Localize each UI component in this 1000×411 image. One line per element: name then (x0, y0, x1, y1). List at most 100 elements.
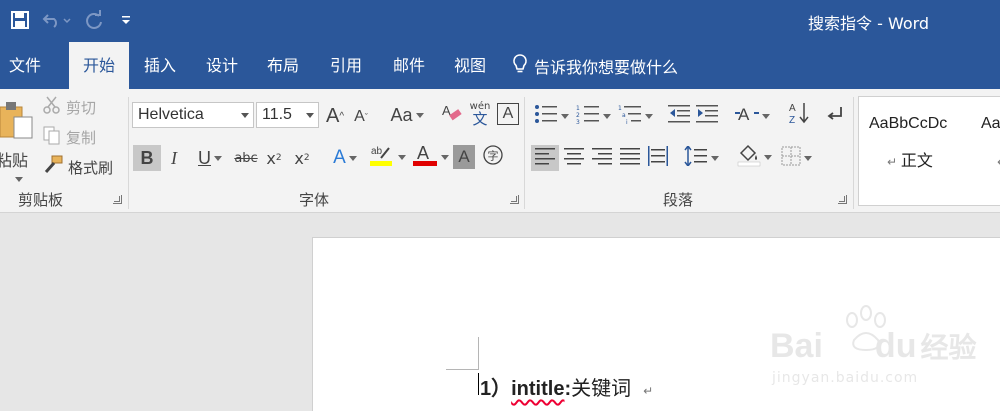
watermark-suffix: 经验 (920, 332, 977, 363)
justify-button[interactable] (617, 145, 643, 171)
show-formatting-marks-button[interactable] (822, 103, 848, 129)
font-size-select[interactable]: 11.5 (256, 102, 319, 128)
group-separator (853, 97, 854, 209)
grow-font-button[interactable]: A ^ (324, 103, 346, 129)
paragraph-group-label: 段落 (663, 191, 694, 209)
copy-button[interactable]: 复制 (42, 125, 96, 149)
sort-button[interactable]: AZ (786, 101, 812, 129)
highlighter-icon: ab (369, 142, 395, 172)
chevron-down-icon (415, 112, 424, 118)
asian-layout-icon: A (734, 104, 759, 128)
customize-qat-icon[interactable] (114, 9, 138, 31)
strikethrough-button[interactable]: abc (232, 145, 260, 171)
decrease-indent-button[interactable] (666, 103, 692, 129)
borders-icon (781, 146, 801, 170)
align-center-button[interactable] (561, 145, 587, 171)
enclose-characters-button[interactable]: 字 (481, 145, 505, 169)
character-border-button[interactable]: A (497, 103, 519, 125)
line-number: 1） (480, 378, 512, 400)
chevron-down-icon (348, 155, 357, 161)
phonetic-guide-button[interactable]: wén 文 (469, 99, 491, 129)
bullets-icon (534, 104, 558, 128)
baidu-jingyan-watermark: Bai du 经验 jingyan.baidu.com (770, 300, 995, 390)
distributed-icon (647, 146, 669, 170)
tab-design[interactable]: 设计 (193, 42, 251, 89)
character-shading-button[interactable]: A (453, 145, 475, 169)
align-right-button[interactable] (589, 145, 615, 171)
copy-icon (42, 125, 62, 149)
svg-text:Z: Z (789, 115, 795, 125)
style-normal[interactable]: AaBbCcDc ↵ 正文 (859, 97, 971, 205)
svg-text:2: 2 (576, 112, 580, 119)
ribbon-home: 粘贴 剪切 复制 格式刷 剪贴板 Helvetica 11.5 A ^ Aˇ Aa… (0, 89, 1000, 213)
italic-button[interactable]: I (163, 145, 185, 171)
tell-me-text: 告诉我你想要做什么 (534, 57, 679, 77)
svg-text:ab: ab (371, 146, 383, 157)
tell-me-box[interactable]: 告诉我你想要做什么 (512, 42, 678, 89)
clipboard-dialog-launcher-icon[interactable] (113, 195, 122, 204)
document-text-line[interactable]: 1） intitle : 关键词 ↵ (478, 372, 653, 401)
eraser-icon: A (441, 102, 463, 128)
font-color-button[interactable]: A (410, 143, 450, 171)
bold-button[interactable]: B (133, 145, 161, 171)
paragraph-mark-icon (825, 104, 845, 128)
text-effects-button[interactable]: A (328, 145, 362, 171)
chevron-down-icon (306, 113, 314, 118)
svg-text:i: i (626, 119, 628, 124)
format-painter-button[interactable]: 格式刷 (42, 155, 113, 179)
paste-dropdown-icon[interactable] (14, 176, 23, 182)
font-dialog-launcher-icon[interactable] (510, 195, 519, 204)
paragraph-mark-icon: ↵ (643, 384, 654, 398)
chevron-down-icon (397, 154, 406, 160)
cut-button[interactable]: 剪切 (42, 95, 96, 119)
distributed-button[interactable] (645, 145, 671, 171)
phonetic-char: 文 (472, 109, 488, 128)
tab-view[interactable]: 视图 (441, 42, 499, 89)
save-icon[interactable] (8, 9, 32, 31)
numbering-button[interactable]: 123 (574, 103, 612, 129)
copy-label: 复制 (66, 128, 97, 147)
multilevel-list-button[interactable]: 1ai (616, 103, 654, 129)
tab-home[interactable]: 开始 (69, 42, 129, 89)
shrink-font-button[interactable]: Aˇ (350, 105, 372, 129)
increase-indent-button[interactable] (694, 103, 720, 129)
font-group-label: 字体 (299, 191, 330, 209)
align-left-button[interactable] (531, 145, 559, 171)
undo-icon[interactable] (40, 9, 74, 31)
paragraph-dialog-launcher-icon[interactable] (838, 195, 847, 204)
asian-layout-button[interactable]: A (732, 103, 772, 129)
tab-insert[interactable]: 插入 (131, 42, 189, 89)
svg-text:3: 3 (576, 119, 580, 124)
font-family-select[interactable]: Helvetica (132, 102, 254, 128)
text-cursor (478, 373, 479, 395)
subscript-button[interactable]: x2 (262, 145, 286, 171)
borders-button[interactable] (776, 145, 816, 171)
chevron-down-icon (241, 113, 249, 118)
highlight-button[interactable]: ab (368, 143, 406, 171)
svg-text:1: 1 (576, 105, 580, 112)
chevron-down-icon (710, 155, 719, 161)
redo-icon[interactable] (82, 9, 106, 31)
clear-formatting-button[interactable]: A (440, 103, 464, 127)
svg-text:A: A (417, 143, 429, 163)
paint-bucket-icon (737, 143, 761, 171)
sort-icon: AZ (788, 101, 810, 129)
style-no-spacing[interactable]: AaB ↵ 无 (971, 97, 1000, 205)
tab-mailings[interactable]: 邮件 (380, 42, 438, 89)
numbering-icon: 123 (576, 104, 600, 128)
tab-layout[interactable]: 布局 (254, 42, 312, 89)
style-sample: AaBbCcDc (869, 115, 948, 132)
underline-button[interactable]: U (190, 145, 230, 171)
watermark-brand2: du (874, 327, 917, 365)
change-case-button[interactable]: Aa (388, 102, 426, 128)
keyword-operator: intitle (511, 378, 565, 400)
line-spacing-button[interactable] (682, 144, 720, 171)
paintbrush-icon (42, 155, 64, 179)
tab-references[interactable]: 引用 (317, 42, 375, 89)
bullets-button[interactable] (532, 103, 570, 129)
paste-button[interactable]: 粘贴 (0, 95, 34, 185)
watermark-brand: Bai (770, 327, 823, 365)
shading-button[interactable] (734, 143, 774, 171)
tab-file[interactable]: 文件 (0, 42, 50, 89)
superscript-button[interactable]: x2 (290, 145, 314, 171)
